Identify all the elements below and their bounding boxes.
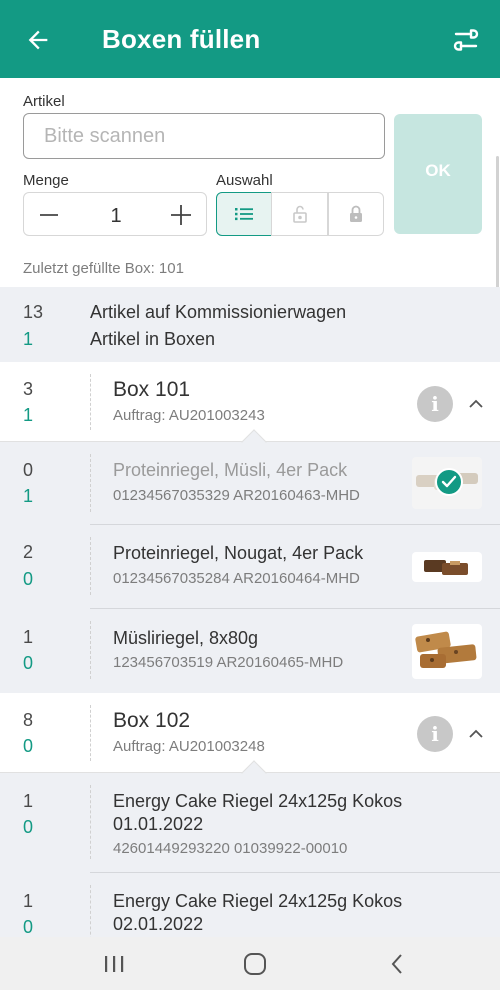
box-title: Box 101 (113, 378, 191, 401)
boxes-count: 1 (23, 329, 34, 349)
box-open-count: 3 (23, 379, 34, 399)
quantity-value[interactable]: 1 (74, 193, 158, 237)
list-item[interactable]: 1 0 Müsliriegel, 8x80g 123456703519 AR20… (0, 609, 500, 693)
back-button[interactable] (18, 20, 58, 60)
app-screen: Boxen füllen Artikel OK Menge 1 Auswahl (0, 0, 500, 990)
recent-apps-icon (105, 956, 124, 972)
artikel-label: Artikel (23, 93, 65, 110)
list-item[interactable]: 2 0 Proteinriegel, Nougat, 4er Pack 0123… (0, 525, 500, 609)
list-item[interactable]: 1 0 Energy Cake Riegel 24x125g Kokos 01.… (0, 773, 500, 873)
selection-unlock-toggle[interactable] (271, 192, 328, 236)
box-header-101[interactable]: 3 1 Box 101 Auftrag: AU201003243 i (0, 362, 500, 442)
menge-label: Menge (23, 172, 69, 189)
list-item[interactable]: 0 1 Proteinriegel, Müsli, 4er Pack 01234… (0, 442, 500, 525)
summary-panel: 13 Artikel auf Kommissionierwagen 1 Arti… (0, 287, 500, 362)
item-name: Müsliriegel, 8x80g (113, 628, 259, 648)
recent-apps-button[interactable] (97, 947, 131, 981)
info-icon[interactable]: i (417, 716, 453, 752)
item-open-count: 1 (23, 791, 34, 811)
ok-button-label: OK (425, 161, 451, 180)
item-code: 01234567035329 AR20160463-MHD (113, 487, 360, 504)
auswahl-label: Auswahl (216, 172, 273, 189)
item-name: Energy Cake Riegel 24x125g Kokos (113, 891, 403, 911)
item-name: Energy Cake Riegel 24x125g Kokos (113, 791, 403, 811)
selection-lock-toggle[interactable] (328, 192, 384, 236)
divider (90, 785, 91, 859)
item-open-count: 0 (23, 460, 34, 480)
divider (90, 537, 91, 595)
increment-button[interactable] (156, 193, 206, 237)
product-image (412, 624, 482, 679)
product-image (412, 552, 482, 582)
last-filled-box-info: Zuletzt gefüllte Box: 101 (23, 260, 184, 277)
checkmark-icon (435, 468, 463, 496)
chevron-left-icon (391, 954, 402, 974)
divider (90, 374, 91, 430)
item-code: 01234567035284 AR20160464-MHD (113, 570, 360, 587)
boxes-text: Artikel in Boxen (90, 329, 216, 349)
list-item[interactable]: 1 0 Energy Cake Riegel 24x125g Kokos 02.… (0, 873, 500, 937)
item-date: 02.01.2022 (113, 914, 204, 934)
box-header-102[interactable]: 8 0 Box 102 Auftrag: AU201003248 i (0, 693, 500, 773)
quantity-stepper: 1 (23, 192, 207, 236)
item-filled-count: 0 (23, 653, 34, 673)
cart-text: Artikel auf Kommissionierwagen (90, 302, 347, 322)
cart-count: 13 (23, 302, 44, 322)
artikel-input-wrapper (23, 113, 385, 159)
list-icon (235, 208, 253, 221)
page-title: Boxen füllen (102, 24, 261, 54)
item-open-count: 2 (23, 542, 34, 562)
minus-icon (40, 214, 58, 216)
home-icon (244, 953, 266, 975)
item-open-count: 1 (23, 891, 34, 911)
chevron-up-icon[interactable] (464, 722, 488, 746)
item-filled-count: 0 (23, 917, 34, 937)
settings-swap-icon (453, 29, 479, 51)
lock-open-icon (292, 205, 307, 223)
artikel-input[interactable] (24, 114, 384, 158)
box-filled-count: 1 (23, 405, 34, 425)
back-nav-button[interactable] (380, 947, 414, 981)
plus-icon (171, 205, 191, 225)
divider (90, 621, 91, 679)
filter-settings-button[interactable] (446, 20, 486, 60)
box-filled-count: 0 (23, 736, 34, 756)
item-filled-count: 1 (23, 486, 34, 506)
selection-list-toggle[interactable] (216, 192, 272, 236)
box-order: Auftrag: AU201003248 (113, 738, 265, 755)
top-app-bar: Boxen füllen (0, 0, 500, 78)
divider (90, 454, 91, 512)
lock-icon (350, 205, 362, 222)
divider (90, 705, 91, 761)
item-code: 123456703519 AR20160465-MHD (113, 654, 344, 671)
item-filled-count: 0 (23, 817, 34, 837)
item-name: Proteinriegel, Nougat, 4er Pack (113, 543, 364, 563)
item-date: 01.01.2022 (113, 814, 204, 834)
box-open-count: 8 (23, 710, 34, 730)
item-code: 42601449293220 01039922-00010 (113, 840, 348, 857)
info-icon[interactable]: i (417, 386, 453, 422)
box-order: Auftrag: AU201003243 (113, 407, 265, 424)
system-navigation-bar (0, 937, 500, 990)
chevron-up-icon[interactable] (464, 392, 488, 416)
scrollbar[interactable] (496, 156, 499, 306)
product-image (412, 457, 482, 509)
decrement-button[interactable] (24, 193, 74, 237)
item-open-count: 1 (23, 627, 34, 647)
divider (90, 885, 91, 937)
arrow-left-icon (28, 30, 48, 50)
item-name: Proteinriegel, Müsli, 4er Pack (113, 460, 348, 480)
home-button[interactable] (238, 947, 272, 981)
item-filled-count: 0 (23, 569, 34, 589)
box-title: Box 102 (113, 709, 191, 732)
ok-button[interactable]: OK (394, 114, 482, 234)
